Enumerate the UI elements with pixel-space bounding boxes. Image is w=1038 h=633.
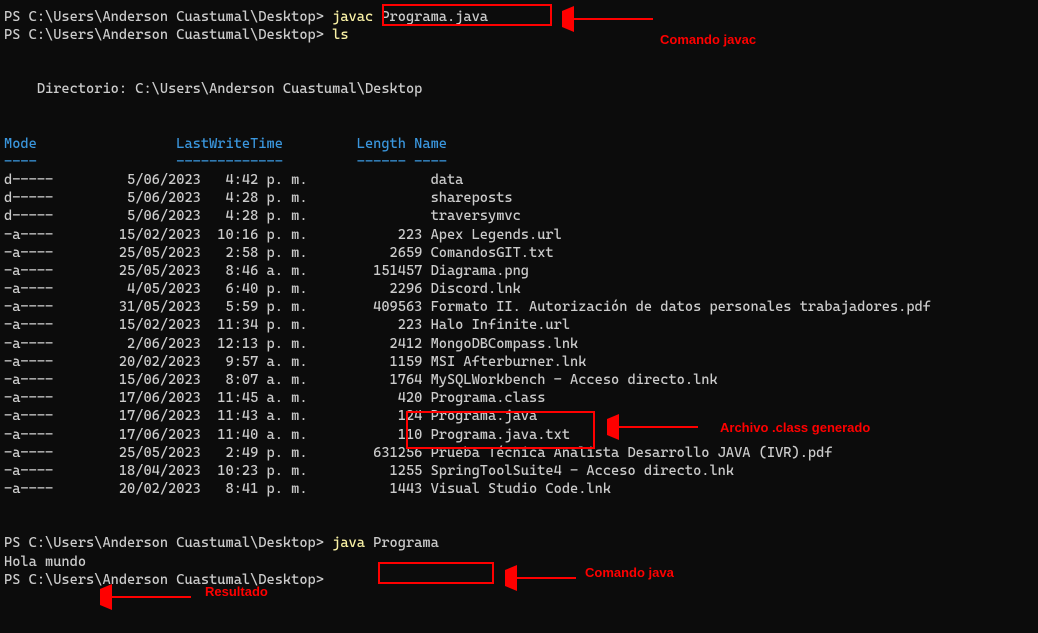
file-row: -a---- 17/06/2023 11:40 a. m. 110 Progra… [4,426,1034,444]
label-result: Resultado [205,584,268,601]
file-row: -a---- 17/06/2023 11:43 a. m. 124 Progra… [4,407,1034,425]
ls-command: ls [332,27,348,43]
file-row: -a---- 25/05/2023 2:49 p. m. 631256 Prue… [4,444,1034,462]
prompt: PS C:\Users\Anderson Cuastumal\Desktop> [4,572,332,588]
javac-command: javac [332,9,373,25]
label-class: Archivo .class generado [720,420,870,437]
file-row: -a---- 25/05/2023 8:46 a. m. 151457 Diag… [4,262,1034,280]
file-row: -a---- 15/02/2023 11:34 p. m. 223 Halo I… [4,316,1034,334]
file-row: -a---- 31/05/2023 5:59 p. m. 409563 Form… [4,298,1034,316]
javac-argument: Programa.java [373,9,488,25]
file-row: d----- 5/06/2023 4:28 p. m. traversymvc [4,207,1034,225]
arrow-result [100,588,191,606]
terminal-line-javac: PS C:\Users\Anderson Cuastumal\Desktop> … [4,8,1034,26]
file-row: -a---- 15/02/2023 10:16 p. m. 223 Apex L… [4,226,1034,244]
java-command: java [332,535,365,551]
ls-separator: ---- ------------- ------ ---- [4,153,1034,171]
terminal-line-empty[interactable]: PS C:\Users\Anderson Cuastumal\Desktop> [4,571,1034,589]
terminal-line-ls: PS C:\Users\Anderson Cuastumal\Desktop> … [4,26,1034,44]
file-row: -a---- 17/06/2023 11:45 a. m. 420 Progra… [4,389,1034,407]
prompt: PS C:\Users\Anderson Cuastumal\Desktop> [4,535,332,551]
label-java: Comando java [585,565,674,582]
file-row: -a---- 15/06/2023 8:07 a. m. 1764 MySQLW… [4,371,1034,389]
directory-header: Directorio: C:\Users\Anderson Cuastumal\… [4,80,1034,98]
file-row: d----- 5/06/2023 4:28 p. m. shareposts [4,189,1034,207]
java-argument: Programa [365,535,439,551]
program-output: Hola mundo [4,553,1034,571]
file-row: -a---- 4/05/2023 6:40 p. m. 2296 Discord… [4,280,1034,298]
file-row: -a---- 20/02/2023 8:41 p. m. 1443 Visual… [4,480,1034,498]
prompt: PS C:\Users\Anderson Cuastumal\Desktop> [4,9,332,25]
file-row: d----- 5/06/2023 4:42 p. m. data [4,171,1034,189]
file-row: -a---- 2/06/2023 12:13 p. m. 2412 MongoD… [4,335,1034,353]
file-row: -a---- 20/02/2023 9:57 a. m. 1159 MSI Af… [4,353,1034,371]
prompt: PS C:\Users\Anderson Cuastumal\Desktop> [4,27,332,43]
terminal-line-java: PS C:\Users\Anderson Cuastumal\Desktop> … [4,534,1034,552]
label-javac: Comando javac [660,32,756,49]
ls-header: Mode LastWriteTime Length Name [4,135,1034,153]
file-row: -a---- 18/04/2023 10:23 p. m. 1255 Sprin… [4,462,1034,480]
file-row: -a---- 25/05/2023 2:58 p. m. 2659 Comand… [4,244,1034,262]
